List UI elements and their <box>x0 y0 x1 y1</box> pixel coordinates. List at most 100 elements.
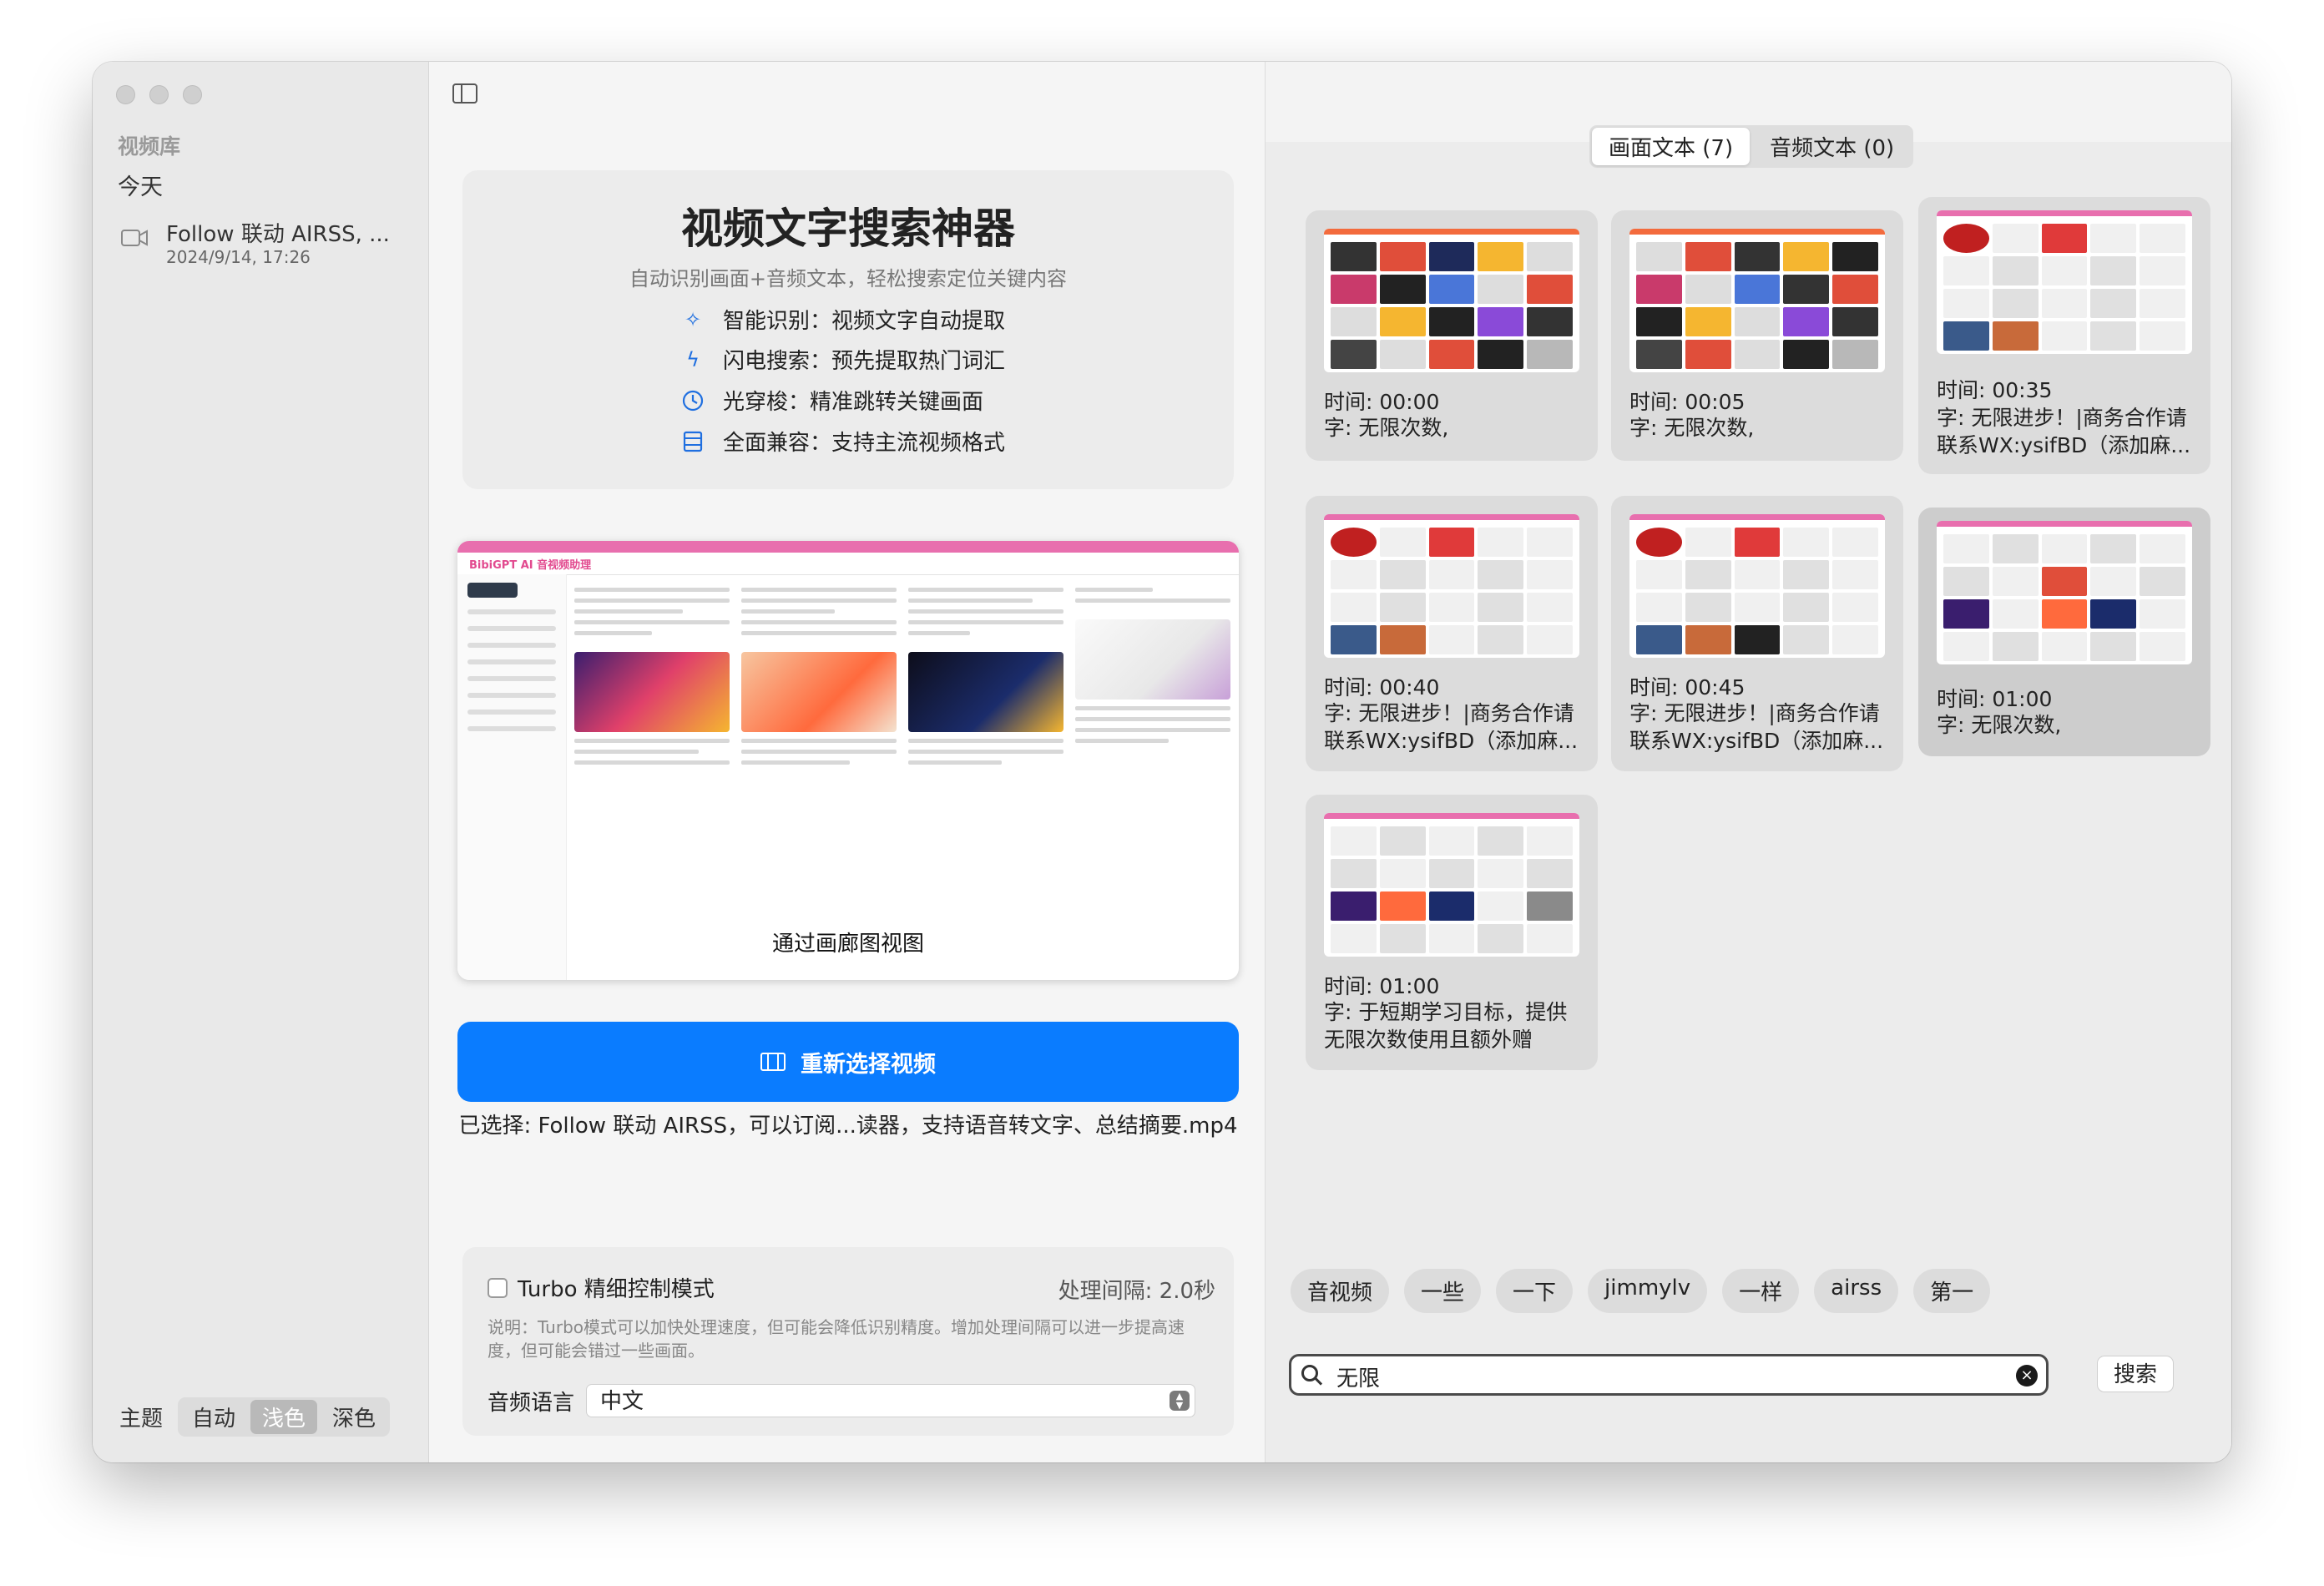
preview-title-bar <box>457 541 1239 553</box>
language-value: 中文 <box>600 1389 644 1414</box>
sidebar-group-label: 今天 <box>118 174 163 200</box>
sidebar-item-date: 2024/9/14, 17:26 <box>166 247 311 267</box>
result-thumbnail <box>1324 813 1579 957</box>
result-card[interactable]: 时间: 00:35 字: 无限进步！|商务合作请联系WX:ysifBD（添加麻.… <box>1918 197 2210 474</box>
video-preview[interactable]: BibiGPT AI 音视频助理 通过画廊图视图 <box>457 541 1239 980</box>
search-value: 无限 <box>1336 1366 1381 1392</box>
language-select[interactable]: 中文 ▲ ▼ <box>586 1384 1196 1417</box>
result-card[interactable]: 时间: 00:05 字: 无限次数, <box>1611 210 1903 461</box>
clock-icon <box>682 390 704 411</box>
tag-chip[interactable]: 一些 <box>1404 1269 1482 1313</box>
turbo-checkbox[interactable] <box>488 1277 508 1298</box>
feature-item: 光穿梭：精准跳转关键画面 <box>681 385 983 416</box>
feature-text: 全面兼容：支持主流视频格式 <box>723 431 1006 456</box>
preview-caption: 通过画廊图视图 <box>771 932 924 957</box>
result-thumbnail <box>1324 229 1579 372</box>
result-thumbnail <box>1937 210 2192 354</box>
result-text: 字: 无限进步！|商务合作请联系WX:ysifBD（添加麻... <box>1324 701 1579 753</box>
tag-chip[interactable]: airss <box>1814 1269 1899 1313</box>
sparkle-icon: ✧ <box>684 307 702 331</box>
settings-card: Turbo 精细控制模式 处理间隔: 2.0秒 说明：Turbo模式可以加快处理… <box>462 1247 1234 1436</box>
feature-text: 闪电搜索：预先提取热门词汇 <box>723 349 1006 374</box>
theme-label: 主题 <box>119 1407 164 1432</box>
result-time: 时间: 00:00 <box>1324 390 1440 414</box>
result-text: 字: 无限次数, <box>1937 713 2062 737</box>
film-icon <box>683 431 703 452</box>
tag-chip[interactable]: 第一 <box>1913 1269 1991 1313</box>
sidebar-toggle-icon[interactable] <box>452 83 477 104</box>
preview-logo: BibiGPT AI 音视频助理 <box>469 558 592 572</box>
search-icon <box>1301 1365 1318 1381</box>
feature-text: 光穿梭：精准跳转关键画面 <box>723 390 984 415</box>
result-card-selected[interactable]: 时间: 01:00 字: 无限次数, <box>1918 508 2210 756</box>
tab-audio-text[interactable]: 音频文本 (0) <box>1753 128 1911 165</box>
result-card[interactable]: 时间: 00:40 字: 无限进步！|商务合作请联系WX:ysifBD（添加麻.… <box>1306 496 1598 771</box>
app-window: 视频库 今天 Follow 联动 AIRSS, ... 2024/9/14, 1… <box>93 62 2231 1462</box>
results-tabs: 画面文本 (7) 音频文本 (0) <box>1589 125 1914 168</box>
reselect-video-button[interactable]: 重新选择视频 <box>457 1022 1239 1102</box>
feature-text: 智能识别：视频文字自动提取 <box>723 309 1006 334</box>
minimize-window-button[interactable] <box>149 85 169 104</box>
result-text: 字: 无限次数, <box>1324 416 1449 440</box>
sidebar-item-video[interactable]: Follow 联动 AIRSS, ... 2024/9/14, 17:26 <box>121 217 413 275</box>
result-text: 字: 无限进步！|商务合作请联系WX:ysifBD（添加麻... <box>1937 406 2191 457</box>
sidebar: 视频库 今天 Follow 联动 AIRSS, ... 2024/9/14, 1… <box>93 62 429 1462</box>
search-button[interactable]: 搜索 <box>2097 1356 2174 1392</box>
result-time: 时间: 00:40 <box>1324 675 1440 700</box>
turbo-label: Turbo 精细控制模式 <box>518 1277 715 1302</box>
result-card[interactable]: 时间: 01:00 字: 于短期学习目标，提供无限次数使用且额外赠 <box>1306 795 1598 1070</box>
result-text: 字: 无限进步！|商务合作请联系WX:ysifBD（添加麻... <box>1629 701 1884 753</box>
feature-item: ✧ 智能识别：视频文字自动提取 <box>681 304 1005 335</box>
app-subtitle: 自动识别画面+音频文本，轻松搜索定位关键内容 <box>629 267 1068 290</box>
tab-frame-text[interactable]: 画面文本 (7) <box>1592 128 1751 165</box>
result-time: 时间: 01:00 <box>1324 974 1440 998</box>
result-time: 时间: 00:35 <box>1937 378 2053 402</box>
reselect-label: 重新选择视频 <box>801 1051 936 1078</box>
film-icon <box>760 1053 786 1071</box>
tag-chip[interactable]: jimmylv <box>1588 1269 1708 1313</box>
preview-sidebar <box>457 574 567 980</box>
language-label: 音频语言 <box>488 1390 575 1416</box>
results-panel: 画面文本 (7) 音频文本 (0) 时间: 00:00 字: 无限次数, 时间:… <box>1266 62 2231 1462</box>
result-time: 时间: 00:05 <box>1629 390 1746 414</box>
tag-chip[interactable]: 音视频 <box>1291 1269 1390 1313</box>
close-window-button[interactable] <box>116 85 135 104</box>
tag-chip[interactable]: 一样 <box>1722 1269 1800 1313</box>
main-panel: 视频文字搜索神器 自动识别画面+音频文本，轻松搜索定位关键内容 ✧ 智能识别：视… <box>429 62 1266 1462</box>
result-text: 字: 于短期学习目标，提供无限次数使用且额外赠 <box>1324 1000 1568 1052</box>
result-time: 时间: 01:00 <box>1937 687 2053 711</box>
theme-option-auto[interactable]: 自动 <box>180 1400 247 1434</box>
search-input[interactable]: 无限 × <box>1289 1354 2049 1396</box>
sidebar-item-title: Follow 联动 AIRSS, ... <box>166 222 390 247</box>
preview-nav: BibiGPT AI 音视频助理 <box>457 553 1239 575</box>
interval-label: 处理间隔: 2.0秒 <box>1058 1279 1215 1304</box>
language-row: 音频语言 中文 ▲ ▼ <box>488 1384 1196 1417</box>
tag-chip[interactable]: 一下 <box>1496 1269 1574 1313</box>
turbo-toggle[interactable]: Turbo 精细控制模式 <box>488 1272 715 1303</box>
result-thumbnail <box>1324 514 1579 658</box>
selected-file-text: 已选择: Follow 联动 AIRSS，可以订阅...读器，支持语音转文字、总… <box>458 1114 1238 1139</box>
theme-segmented-control: 自动 浅色 深色 <box>178 1397 391 1437</box>
theme-switcher: 主题 自动 浅色 深色 <box>119 1397 391 1437</box>
lightning-icon: ϟ <box>686 347 700 371</box>
zoom-window-button[interactable] <box>183 85 202 104</box>
result-thumbnail <box>1629 229 1885 372</box>
result-card[interactable]: 时间: 00:00 字: 无限次数, <box>1306 210 1598 461</box>
app-title: 视频文字搜索神器 <box>681 205 1015 253</box>
feature-item: ϟ 闪电搜索：预先提取热门词汇 <box>681 344 1005 375</box>
theme-option-light[interactable]: 浅色 <box>250 1400 318 1434</box>
feature-item: 全面兼容：支持主流视频格式 <box>681 426 1005 457</box>
keyword-tags: 音视频 一些 一下 jimmylv 一样 airss 第一 <box>1291 1269 1991 1313</box>
window-controls <box>116 85 202 104</box>
result-thumbnail <box>1629 514 1885 658</box>
chevron-updown-icon: ▲ ▼ <box>1170 1391 1190 1411</box>
result-text: 字: 无限次数, <box>1629 416 1755 440</box>
turbo-note: 说明：Turbo模式可以加快处理速度，但可能会降低识别精度。增加处理间隔可以进一… <box>488 1317 1185 1361</box>
result-thumbnail <box>1937 521 2192 664</box>
intro-card: 视频文字搜索神器 自动识别画面+音频文本，轻松搜索定位关键内容 ✧ 智能识别：视… <box>462 170 1234 489</box>
clear-icon[interactable]: × <box>2016 1365 2038 1386</box>
theme-option-dark[interactable]: 深色 <box>321 1400 387 1434</box>
video-camera-icon <box>121 230 148 246</box>
result-card[interactable]: 时间: 00:45 字: 无限进步！|商务合作请联系WX:ysifBD（添加麻.… <box>1611 496 1903 771</box>
result-time: 时间: 00:45 <box>1629 675 1746 700</box>
